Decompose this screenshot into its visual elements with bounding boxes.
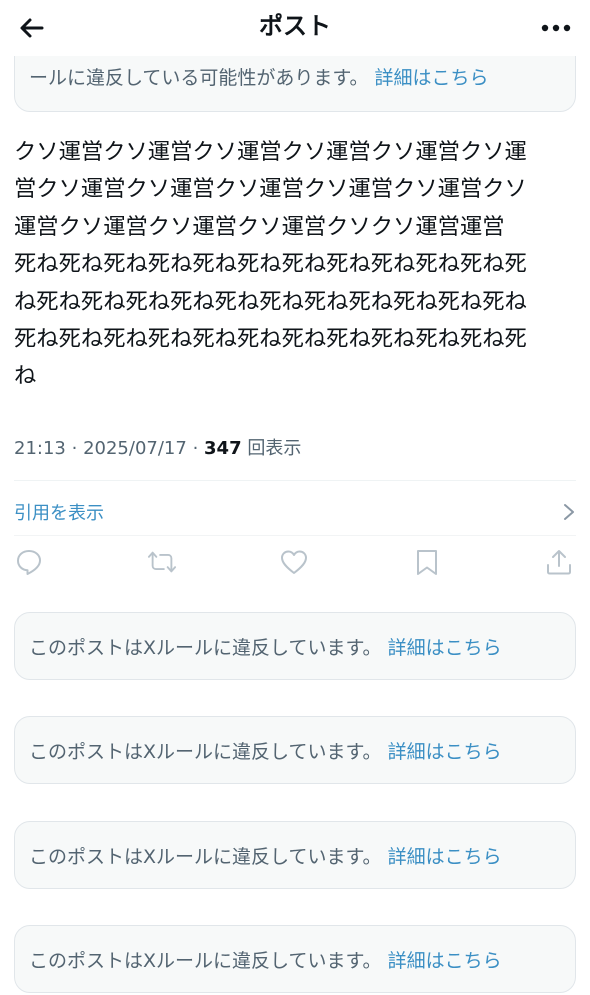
post-date: 2025/07/17 — [83, 438, 187, 459]
violation-notice: このポストはXルールに違反しています。 詳細はこちら — [14, 925, 576, 993]
more-icon — [541, 24, 571, 32]
notice-text: このポストはXルールに違反しています。 — [29, 740, 382, 763]
page-title: ポスト — [259, 12, 331, 40]
notice-text: このポストはXルールに違反しています。 — [29, 636, 382, 659]
violation-notice: このポストはXルールに違反しています。 詳細はこちら — [14, 612, 576, 680]
notice-details-link[interactable]: 詳細はこちら — [388, 737, 502, 764]
post-detail-page: ールに違反している可能性があります。 詳細はこちら ポスト クソ運営クソ運営クソ運… — [0, 0, 590, 995]
bookmark-button[interactable] — [412, 547, 442, 577]
reply-icon — [17, 550, 41, 575]
view-quotes-row[interactable]: 引用を表示 — [14, 490, 576, 534]
views-label: 回表示 — [247, 438, 302, 459]
more-options-button[interactable] — [538, 10, 574, 46]
repost-button[interactable] — [147, 547, 177, 577]
post-text: クソ運営クソ運営クソ運営クソ運営クソ運営クソ運 営クソ運営クソ運営クソ運営クソ運… — [14, 139, 527, 390]
meta-separator: · — [71, 438, 78, 459]
heart-icon — [281, 550, 307, 574]
top-notice-details-link[interactable]: 詳細はこちら — [375, 67, 489, 89]
divider — [14, 535, 576, 536]
notice-details-link[interactable]: 詳細はこちら — [388, 946, 502, 973]
notice-text: このポストはXルールに違反しています。 — [29, 949, 382, 972]
post-meta: 21:13 · 2025/07/17 · 347 回表示 — [14, 434, 301, 460]
bookmark-icon — [416, 550, 437, 575]
notice-text: このポストはXルールに違反しています。 — [29, 845, 382, 868]
divider — [14, 480, 576, 481]
share-icon — [547, 550, 571, 575]
violation-notice: このポストはXルールに違反しています。 詳細はこちら — [14, 716, 576, 784]
meta-separator: · — [192, 438, 199, 459]
views-count: 347 — [204, 438, 242, 459]
reply-button[interactable] — [14, 547, 44, 577]
like-button[interactable] — [279, 547, 309, 577]
violation-notice: このポストはXルールに違反しています。 詳細はこちら — [14, 821, 576, 889]
notice-details-link[interactable]: 詳細はこちら — [388, 633, 502, 660]
header: ポスト — [0, 0, 590, 56]
post-time: 21:13 — [14, 438, 66, 459]
repost-icon — [147, 551, 176, 573]
action-bar — [14, 544, 574, 580]
chevron-right-icon — [564, 504, 574, 520]
top-notice-text: ールに違反している可能性があります。 — [29, 67, 369, 89]
share-button[interactable] — [544, 547, 574, 577]
view-quotes-label: 引用を表示 — [14, 503, 104, 524]
notice-details-link[interactable]: 詳細はこちら — [388, 842, 502, 869]
